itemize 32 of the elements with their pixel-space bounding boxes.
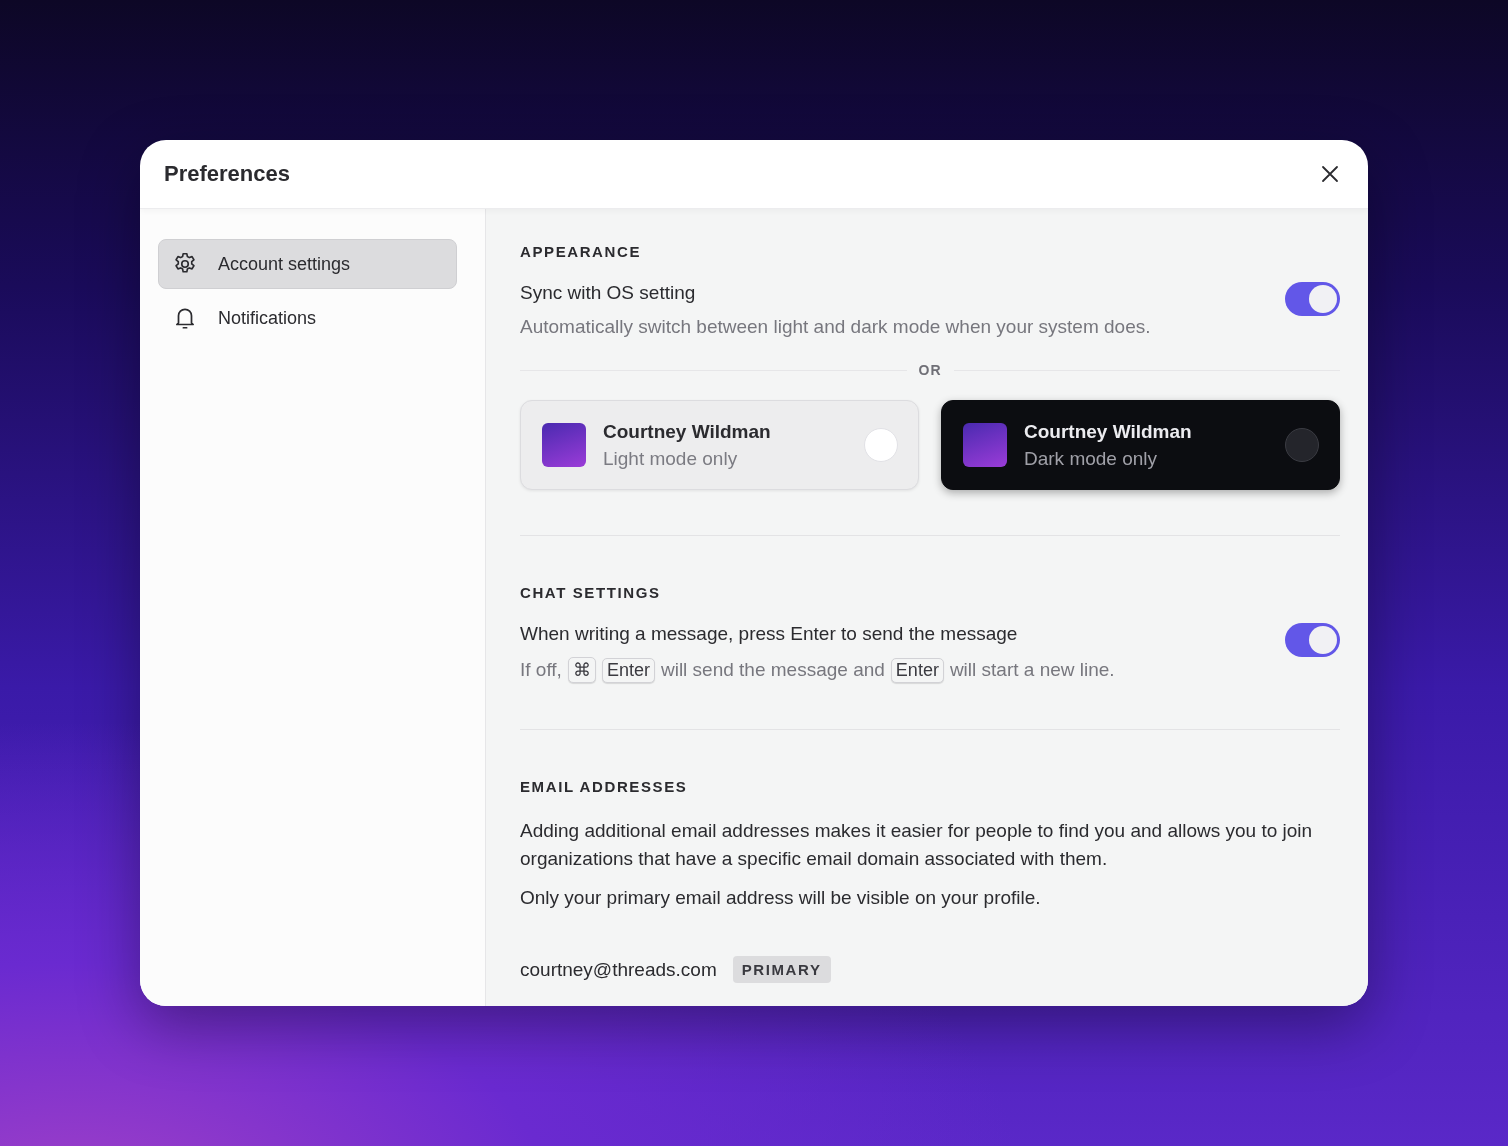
- avatar-image: [542, 423, 586, 467]
- avatar-image: [963, 423, 1007, 467]
- email-address: courtney@threads.com: [520, 958, 717, 981]
- key-cap: ⌘: [567, 657, 596, 683]
- theme-mode-label: Dark mode only: [1024, 447, 1159, 470]
- sidebar-item[interactable]: Notifications: [158, 293, 457, 343]
- hint-text: will send the message and: [660, 659, 885, 681]
- hint-text: will start a new line.: [949, 659, 1115, 681]
- theme-option-card[interactable]: Courtney Wildman Dark mode only: [941, 400, 1340, 490]
- section-heading: APPEARANCE: [520, 243, 642, 260]
- paragraph-text: Only your primary email address will be visible on your profile.: [520, 886, 1042, 910]
- radio-button[interactable]: [1285, 428, 1319, 462]
- paragraph-text: Adding additional email addresses makes it easier for people to find you and allows you to join organizations that have a specific email domain associated with them.: [520, 819, 1314, 871]
- theme-option-card[interactable]: Courtney Wildman Light mode only: [520, 400, 919, 490]
- separator-label: OR: [918, 362, 942, 378]
- primary-badge: PRIMARY: [732, 956, 831, 983]
- setting-title: When writing a message, press Enter to send the message: [520, 623, 1019, 645]
- key-cap: Enter: [890, 657, 944, 683]
- setting-description: Automatically switch between light and dark mode when your system does.: [520, 316, 1151, 338]
- hint-text: If off,: [520, 659, 562, 681]
- user-name: Courtney Wildman: [603, 420, 772, 443]
- key-cap: Enter: [601, 657, 655, 683]
- window-title: Preferences: [164, 161, 290, 187]
- setting-title: Sync with OS setting: [520, 282, 697, 304]
- theme-mode-label: Light mode only: [603, 447, 739, 470]
- close-icon: [1321, 165, 1339, 183]
- toggle-switch[interactable]: [1285, 282, 1340, 316]
- sidebar-item[interactable]: Account settings: [158, 239, 457, 289]
- section-heading: CHAT SETTINGS: [520, 584, 662, 601]
- toggle-switch[interactable]: [1285, 623, 1340, 657]
- user-name: Courtney Wildman: [1024, 420, 1193, 443]
- section-heading: EMAIL ADDRESSES: [520, 778, 689, 795]
